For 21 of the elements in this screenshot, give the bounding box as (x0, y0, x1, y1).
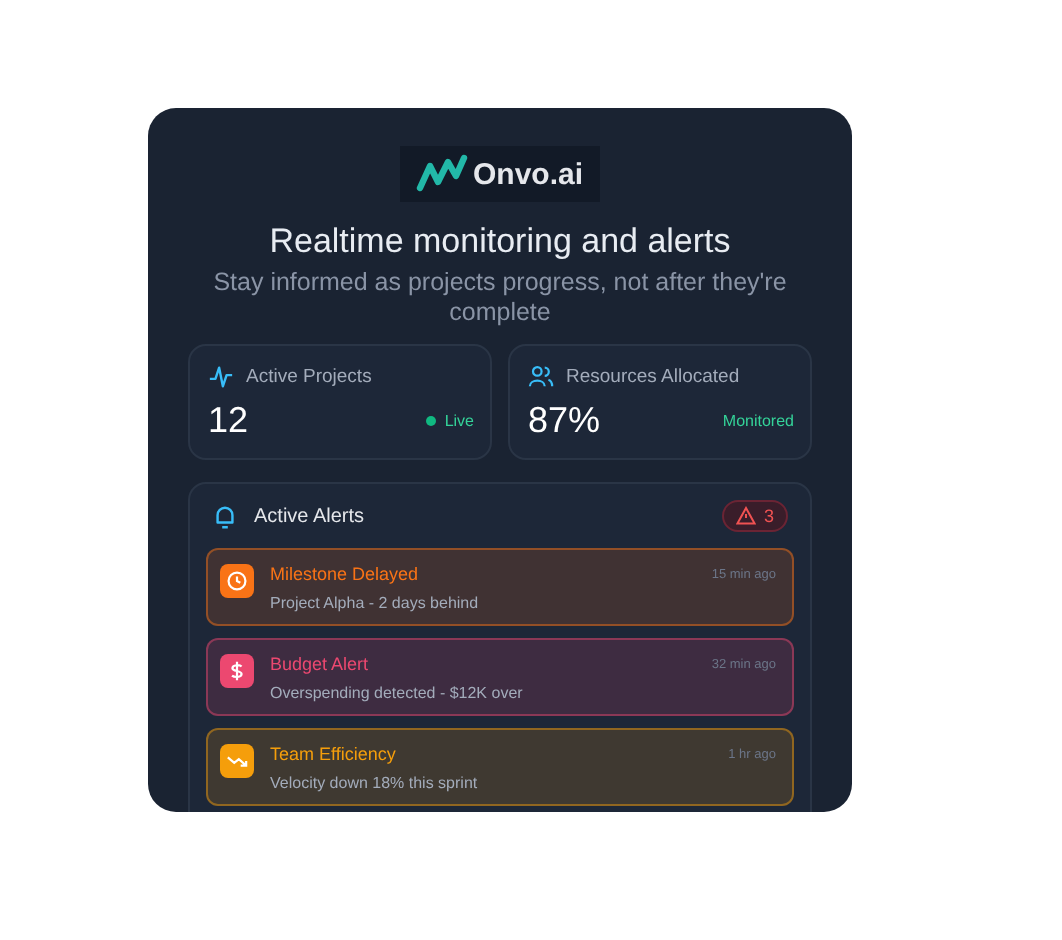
status-label: Live (444, 412, 474, 430)
logo-icon (416, 154, 469, 194)
stat-value: 87% (528, 400, 601, 442)
alert-detail: Project Alpha - 2 days behind (270, 594, 481, 612)
subtitle: Stay informed as projects progress, not after they're complete (211, 268, 789, 328)
alert-title: Team Efficiency (270, 744, 396, 764)
stat-label: Active Projects (246, 366, 372, 388)
stat-label: Resources Allocated (566, 366, 740, 388)
alert-title: Milestone Delayed (270, 564, 419, 584)
alert-detail: Velocity down 18% this sprint (270, 774, 480, 792)
bell-icon (212, 503, 238, 529)
logo: Onvo.ai (400, 146, 599, 202)
alert-count-badge: 3 (721, 500, 788, 532)
heading: Realtime monitoring and alerts (269, 222, 731, 262)
status-label: Monitored (722, 412, 794, 430)
users-icon (528, 364, 554, 390)
pulse-icon (208, 364, 234, 390)
alert-detail: Overspending detected - $12K over (270, 684, 525, 702)
alert-title: Budget Alert (270, 654, 369, 674)
stat-value: 12 (208, 400, 249, 442)
panel-title: Active Alerts (254, 505, 367, 527)
